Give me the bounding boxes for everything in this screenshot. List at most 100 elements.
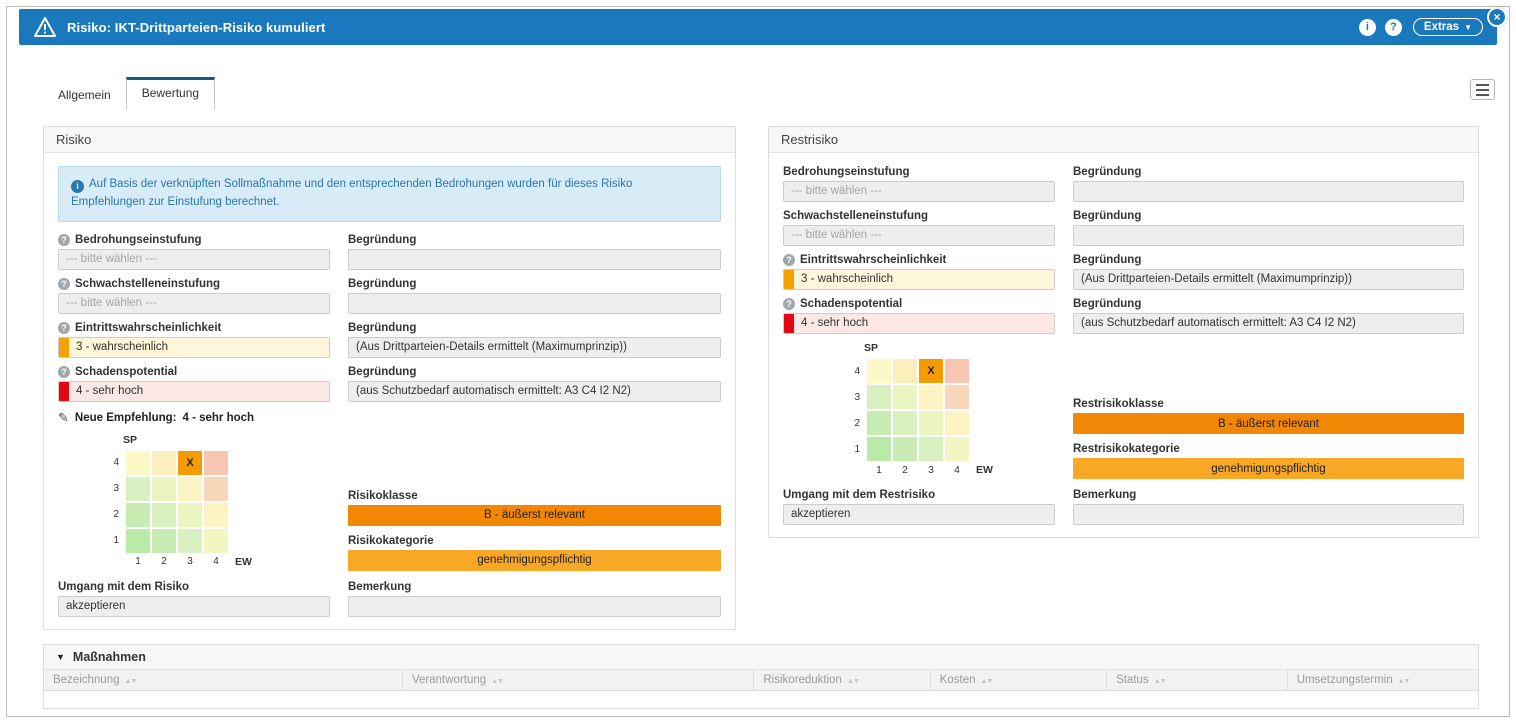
pencil-icon[interactable]: ✎ [58,410,69,426]
restrisiko-panel: Restrisiko Bedrohungseinstufung --- bitt… [768,126,1479,538]
column-header-bezeichnung[interactable]: Bezeichnung▲▼ [44,670,403,691]
rest-eintrittswahrscheinlichkeit-select[interactable]: 3 - wahrscheinlich [783,269,1055,290]
schadenspotential-label: ? Schadenspotential [58,366,330,378]
matrix-cell[interactable] [893,437,917,461]
matrix-cell[interactable] [945,359,969,383]
eintrittswahrscheinlichkeit-label: ? Eintrittswahrscheinlichkeit [58,322,330,334]
matrix-cell[interactable] [204,477,228,501]
tab-bewertung[interactable]: Bewertung [126,77,215,110]
matrix-axis-label: 2 [106,509,119,520]
help-icon[interactable]: ? [1385,19,1402,36]
matrix-cell[interactable] [919,411,943,435]
matrix-cell[interactable] [945,411,969,435]
matrix-cell[interactable] [178,529,202,553]
info-icon[interactable]: i [1359,19,1376,36]
umgang-restrisiko-select[interactable]: akzeptieren [783,504,1055,525]
massnahmen-collapse-header[interactable]: ▼ Maßnahmen [44,645,1478,670]
matrix-cell[interactable] [126,477,150,501]
rest-schaden-begruendung-input[interactable]: (aus Schutzbedarf automatisch ermittelt:… [1073,313,1464,334]
rest-bedrohungseinstufung-select[interactable]: --- bitte wählen --- [783,181,1055,202]
schwachstelleneinstufung-label: ? Schwachstelleneinstufung [58,278,330,290]
risk-matrix: SP 4X3211234EW [58,434,330,571]
sort-icons: ▲▼ [1154,678,1166,685]
eintrittswahrscheinlichkeit-select[interactable]: 3 - wahrscheinlich [58,337,330,358]
column-header-verantwortung[interactable]: Verantwortung▲▼ [403,670,754,691]
matrix-axis-label: 3 [919,463,943,477]
column-header-status[interactable]: Status▲▼ [1107,670,1288,691]
help-circle-icon[interactable]: ? [783,254,795,266]
umgang-risiko-select[interactable]: akzeptieren [58,596,330,617]
sort-icons: ▲▼ [981,678,993,685]
matrix-cell[interactable] [867,437,891,461]
begruendung-label: Begründung [1073,298,1464,310]
bedrohungseinstufung-select[interactable]: --- bitte wählen --- [58,249,330,270]
matrix-axis-label: 2 [152,555,176,569]
window-titlebar: Risiko: IKT-Drittparteien-Risiko kumulie… [19,9,1497,45]
matrix-axis-label: 1 [106,535,119,546]
matrix-cell[interactable] [152,451,176,475]
tab-bar: Allgemein Bewertung [43,77,1479,110]
help-circle-icon[interactable]: ? [58,322,70,334]
matrix-marker-cell[interactable]: X [919,359,943,383]
column-header-umsetzungstermin[interactable]: Umsetzungstermin▲▼ [1287,670,1478,691]
matrix-cell[interactable] [152,503,176,527]
matrix-cell[interactable] [945,385,969,409]
sort-icons: ▲▼ [1398,678,1410,685]
matrix-cell[interactable] [893,385,917,409]
rest-schadenspotential-select[interactable]: 4 - sehr hoch [783,313,1055,334]
schadenspotential-select[interactable]: 4 - sehr hoch [58,381,330,402]
sp-axis-label: SP [123,434,330,446]
matrix-cell[interactable] [867,385,891,409]
help-circle-icon[interactable]: ? [58,366,70,378]
matrix-cell[interactable] [867,411,891,435]
bemerkung-input[interactable] [348,596,721,617]
matrix-cell[interactable] [152,477,176,501]
rest-eintritt-begruendung-input[interactable]: (Aus Drittparteien-Details ermittelt (Ma… [1073,269,1464,290]
matrix-axis-label: 1 [126,555,150,569]
schaden-begruendung-input[interactable]: (aus Schutzbedarf automatisch ermittelt:… [348,381,721,402]
matrix-cell[interactable] [919,437,943,461]
help-circle-icon[interactable]: ? [58,234,70,246]
matrix-cell[interactable] [126,451,150,475]
matrix-cell[interactable] [919,385,943,409]
matrix-axis-label: 3 [847,392,860,403]
severity-indicator [784,270,794,289]
rest-schwachstellen-begruendung-input[interactable] [1073,225,1464,246]
eintritt-begruendung-input[interactable]: (Aus Drittparteien-Details ermittelt (Ma… [348,337,721,358]
help-circle-icon[interactable]: ? [58,278,70,290]
sort-icons: ▲▼ [847,678,859,685]
matrix-axis-label: 2 [893,463,917,477]
begruendung-label: Begründung [348,322,721,334]
matrix-cell[interactable] [893,411,917,435]
begruendung-label: Begründung [348,234,721,246]
close-button[interactable]: × [1487,7,1507,27]
matrix-cell[interactable] [126,529,150,553]
matrix-cell[interactable] [178,503,202,527]
column-header-risikoreduktion[interactable]: Risikoreduktion▲▼ [754,670,930,691]
neue-empfehlung: ✎ Neue Empfehlung: 4 - sehr hoch [58,410,721,426]
matrix-cell[interactable] [893,359,917,383]
bedrohung-begruendung-input[interactable] [348,249,721,270]
matrix-cell[interactable] [152,529,176,553]
help-circle-icon[interactable]: ? [783,298,795,310]
matrix-marker-cell[interactable]: X [178,451,202,475]
extras-button[interactable]: Extras ▼ [1413,18,1483,36]
matrix-cell[interactable] [178,477,202,501]
rest-bedrohung-begruendung-input[interactable] [1073,181,1464,202]
matrix-cell[interactable] [204,503,228,527]
rest-bemerkung-input[interactable] [1073,504,1464,525]
massnahmen-table: Bezeichnung▲▼ Verantwortung▲▼ Risikoredu… [44,670,1478,709]
tab-allgemein[interactable]: Allgemein [43,80,126,110]
matrix-cell[interactable] [204,451,228,475]
rest-eintrittswahrscheinlichkeit-label: ? Eintrittswahrscheinlichkeit [783,254,1055,266]
matrix-cell[interactable] [204,529,228,553]
begruendung-label: Begründung [348,278,721,290]
rest-schwachstelleneinstufung-select[interactable]: --- bitte wählen --- [783,225,1055,246]
matrix-cell[interactable] [867,359,891,383]
matrix-cell[interactable] [126,503,150,527]
matrix-axis-label: 4 [945,463,969,477]
matrix-cell[interactable] [945,437,969,461]
column-header-kosten[interactable]: Kosten▲▼ [930,670,1106,691]
schwachstelleneinstufung-select[interactable]: --- bitte wählen --- [58,293,330,314]
schwachstellen-begruendung-input[interactable] [348,293,721,314]
